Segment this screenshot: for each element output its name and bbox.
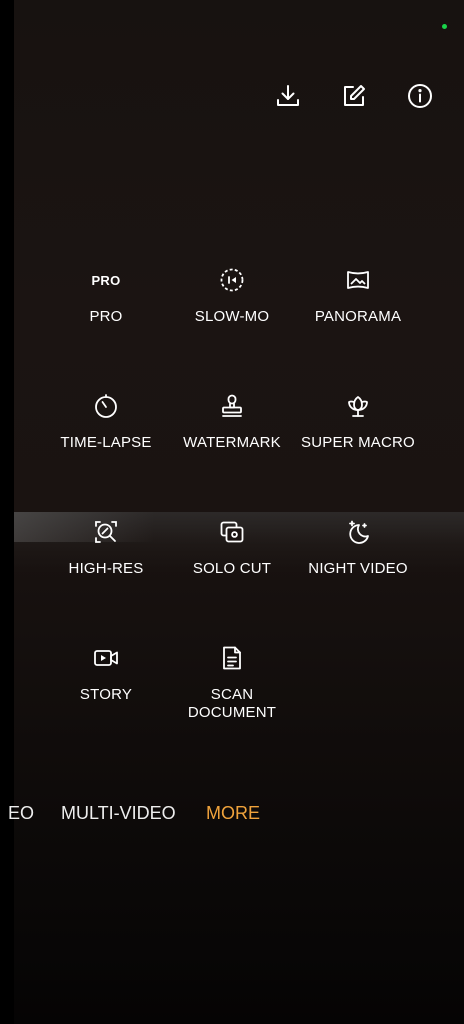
time-lapse-icon xyxy=(43,390,169,422)
high-res-icon xyxy=(43,516,169,548)
mode-time-lapse[interactable]: TIME-LAPSE xyxy=(43,390,169,452)
edit-icon[interactable] xyxy=(340,82,368,110)
mode-watermark[interactable]: WATERMARK xyxy=(169,390,295,452)
mode-label: TIME-LAPSE xyxy=(60,434,152,451)
mode-slow-mo[interactable]: SLOW-MO xyxy=(169,264,295,326)
tab-multi-video[interactable]: MULTI-VIDEO xyxy=(61,800,176,826)
mode-night-video[interactable]: NIGHT VIDEO xyxy=(295,516,421,578)
mode-label: STORY xyxy=(79,686,133,703)
scan-document-icon xyxy=(169,642,295,674)
mode-scan-document[interactable]: SCAN DOCUMENT xyxy=(169,642,295,722)
top-toolbar xyxy=(274,82,434,110)
solo-cut-icon xyxy=(169,516,295,548)
mode-high-res[interactable]: HIGH-RES xyxy=(43,516,169,578)
mode-label: WATERMARK xyxy=(183,434,281,451)
tab-video-partial[interactable]: EO xyxy=(8,800,34,826)
mode-label: NIGHT VIDEO xyxy=(308,560,408,577)
panorama-icon xyxy=(295,264,421,296)
camera-in-use-indicator xyxy=(442,24,447,29)
mode-panorama[interactable]: PANORAMA xyxy=(295,264,421,326)
tab-more[interactable]: MORE xyxy=(206,800,260,826)
camera-more-modes-screen xyxy=(14,0,464,1024)
mode-label-line: SCAN xyxy=(210,686,254,703)
info-icon[interactable] xyxy=(406,82,434,110)
mode-label: SOLO CUT xyxy=(192,560,272,577)
mode-tab-strip: EO MULTI-VIDEO MORE xyxy=(0,800,464,826)
slow-mo-icon xyxy=(169,264,295,296)
mode-label: SLOW-MO xyxy=(194,308,270,325)
mode-solo-cut[interactable]: SOLO CUT xyxy=(169,516,295,578)
mode-label: SUPER MACRO xyxy=(301,434,415,451)
mode-label-line: DOCUMENT xyxy=(187,704,277,721)
mode-label: PRO xyxy=(89,308,123,325)
watermark-icon xyxy=(169,390,295,422)
mode-story[interactable]: STORY xyxy=(43,642,169,704)
night-video-icon xyxy=(295,516,421,548)
mode-pro[interactable]: PRO PRO xyxy=(43,264,169,326)
story-icon xyxy=(43,642,169,674)
download-icon[interactable] xyxy=(274,82,302,110)
mode-label: PANORAMA xyxy=(314,308,402,325)
mode-label: SCAN DOCUMENT xyxy=(169,686,295,722)
mode-super-macro[interactable]: SUPER MACRO xyxy=(295,390,421,452)
super-macro-icon xyxy=(295,390,421,422)
pro-icon: PRO xyxy=(91,272,121,288)
mode-label: HIGH-RES xyxy=(68,560,144,577)
